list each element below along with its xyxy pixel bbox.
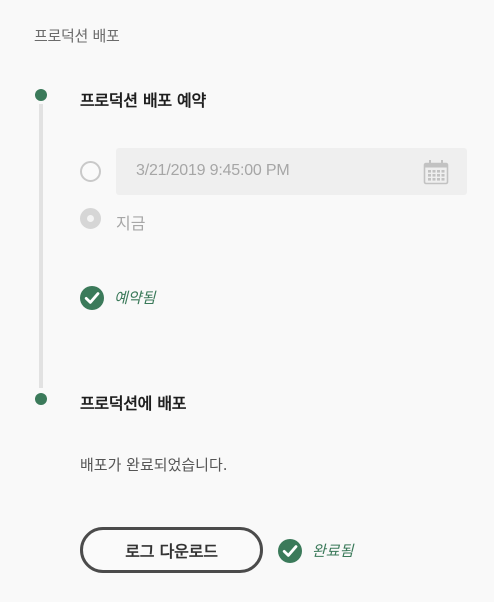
now-radio[interactable] (80, 208, 101, 229)
schedule-datetime-field[interactable]: 3/21/2019 9:45:00 PM (116, 148, 467, 195)
schedule-radio[interactable] (80, 161, 101, 182)
page-title: 프로덕션 배포 (34, 27, 120, 45)
step-schedule-title: 프로덕션 배포 예약 (80, 91, 206, 110)
timeline-dot-step-1 (35, 89, 47, 101)
now-radio-selected-dot (87, 215, 94, 222)
download-log-button[interactable]: 로그 다운로드 (80, 527, 263, 573)
schedule-datetime-value: 3/21/2019 9:45:00 PM (136, 162, 290, 179)
completed-status-label: 완료됨 (312, 542, 354, 560)
step-deploy-title: 프로덕션에 배포 (80, 394, 187, 413)
timeline-line (39, 104, 43, 388)
scheduled-status-label: 예약됨 (114, 289, 156, 307)
timeline-dot-step-2 (35, 393, 47, 405)
check-circle-icon (80, 286, 104, 310)
deploy-panel: 프로덕션 배포 프로덕션 배포 예약 3/21/2019 9:45:00 PM … (0, 0, 494, 602)
deploy-complete-message: 배포가 완료되었습니다. (80, 456, 228, 474)
calendar-icon[interactable] (423, 159, 449, 189)
now-option-label: 지금 (116, 214, 146, 233)
check-circle-icon (278, 539, 302, 563)
